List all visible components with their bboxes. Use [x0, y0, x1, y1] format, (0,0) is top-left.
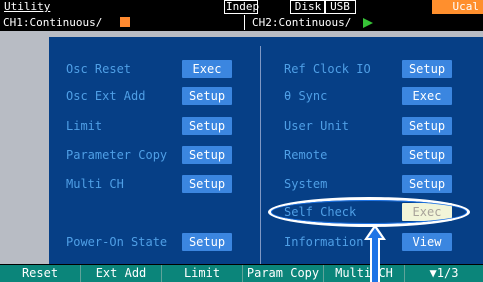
system-setup-button[interactable]: Setup — [402, 175, 452, 193]
ref-clock-io-label: Ref Clock IO — [284, 62, 371, 76]
osc-reset-exec-button[interactable]: Exec — [182, 60, 232, 78]
information-view-button[interactable]: View — [402, 233, 452, 251]
osc-ext-add-label: Osc Ext Add — [66, 89, 146, 103]
highlight-ellipse-inner — [271, 200, 467, 224]
softkey-param-copy[interactable]: Param Copy — [243, 265, 323, 282]
parameter-copy-label: Parameter Copy — [66, 148, 168, 162]
osc-ext-add-setup-button[interactable]: Setup — [182, 87, 232, 105]
orange-square-icon — [120, 17, 130, 27]
green-play-icon — [363, 18, 373, 28]
usb-indicator: USB — [324, 0, 356, 14]
multi-ch-label: Multi CH — [66, 177, 124, 191]
utility-screen: Utility Indep Disk USB Ucal CH1:Continuo… — [0, 0, 483, 282]
osc-reset-label: Osc Reset — [66, 62, 132, 76]
information-label: Information — [284, 235, 364, 249]
user-unit-label: User Unit — [284, 119, 350, 133]
remote-setup-button[interactable]: Setup — [402, 146, 452, 164]
power-on-state-setup-button[interactable]: Setup — [182, 233, 232, 251]
channel-status-bar: CH1:Continuous/ CH2:Continuous/ — [0, 15, 483, 30]
softkey-ext-add[interactable]: Ext Add — [81, 265, 161, 282]
disk-indicator: Disk — [290, 0, 326, 14]
title-bar: Utility Indep Disk USB Ucal — [0, 0, 483, 14]
limit-label: Limit — [66, 119, 103, 133]
theta-sync-exec-button[interactable]: Exec — [402, 87, 452, 105]
softkey-next-page[interactable]: ▼1/3 — [405, 265, 483, 282]
parameter-copy-setup-button[interactable]: Setup — [182, 146, 232, 164]
system-label: System — [284, 177, 328, 191]
theta-sync-label: θ Sync — [284, 89, 328, 103]
menu-title: Utility — [4, 0, 51, 13]
user-unit-setup-button[interactable]: Setup — [402, 117, 452, 135]
ucal-indicator: Ucal — [432, 0, 483, 14]
power-on-state-label: Power-On State — [66, 235, 168, 249]
remote-label: Remote — [284, 148, 328, 162]
arrow-up-icon — [364, 224, 386, 282]
softkey-bar: Reset Ext Add Limit Param Copy Multi CH … — [0, 265, 483, 282]
column-divider — [260, 46, 261, 264]
limit-setup-button[interactable]: Setup — [182, 117, 232, 135]
ref-clock-io-setup-button[interactable]: Setup — [402, 60, 452, 78]
ch1-status: CH1:Continuous/ — [3, 16, 103, 29]
ch2-status: CH2:Continuous/ — [252, 16, 352, 29]
softkey-reset[interactable]: Reset — [0, 265, 80, 282]
channel-divider — [244, 15, 245, 30]
multi-ch-setup-button[interactable]: Setup — [182, 175, 232, 193]
mode-indicator: Indep — [224, 0, 260, 14]
softkey-limit[interactable]: Limit — [162, 265, 242, 282]
